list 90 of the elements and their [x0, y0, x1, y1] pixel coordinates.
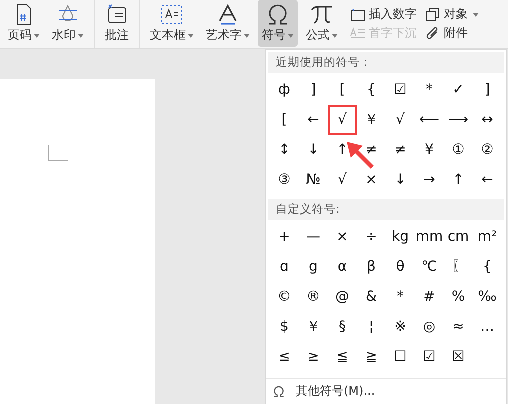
symbol-item[interactable]: ↕	[270, 135, 299, 165]
symbol-item[interactable]: —	[299, 222, 328, 252]
toolbar-button[interactable]: 符号	[258, 0, 298, 47]
symbol-item[interactable]: ※	[386, 312, 415, 342]
text-box-icon	[160, 3, 184, 27]
symbol-item[interactable]: θ	[386, 252, 415, 282]
symbol-item[interactable]: kg	[386, 222, 415, 252]
symbol-item[interactable]: ↑	[444, 165, 473, 195]
symbol-item[interactable]: @	[328, 282, 357, 312]
symbol-item[interactable]: ③	[270, 165, 299, 195]
symbol-item[interactable]: ①	[444, 135, 473, 165]
symbol-item[interactable]: ф	[270, 75, 299, 105]
symbol-item[interactable]: ☑	[415, 342, 444, 372]
symbol-item[interactable]: $	[270, 312, 299, 342]
symbol-item[interactable]: %	[444, 282, 473, 312]
symbol-item[interactable]: ↑	[328, 135, 357, 165]
symbol-item[interactable]: √	[386, 105, 415, 135]
symbol-item[interactable]: ←	[473, 165, 502, 195]
symbol-item[interactable]: ≤	[270, 342, 299, 372]
toolbar-button[interactable]: 艺术字	[202, 0, 254, 47]
symbol-item[interactable]: 〖	[444, 252, 473, 282]
symbol-item[interactable]: ↓	[386, 165, 415, 195]
toolbar-button[interactable]: 水印	[48, 0, 88, 47]
toolbar-button[interactable]: 文本框	[146, 0, 198, 47]
symbol-item[interactable]: ☒	[444, 342, 473, 372]
symbol-item[interactable]: §	[328, 312, 357, 342]
toolbar-button[interactable]: 插入数字	[348, 5, 419, 24]
annotation-arrow	[347, 142, 374, 169]
symbol-item[interactable]: ©	[270, 282, 299, 312]
symbol-item[interactable]: √	[328, 105, 357, 135]
symbol-item[interactable]: ≈	[444, 312, 473, 342]
symbol-item[interactable]: ￥	[357, 105, 386, 135]
symbol-item[interactable]: m²	[473, 222, 502, 252]
symbol-item[interactable]: &	[357, 282, 386, 312]
symbol-item[interactable]: ≧	[357, 342, 386, 372]
drop-cap-icon	[350, 26, 366, 40]
symbol-item[interactable]: ◎	[415, 312, 444, 342]
symbol-item[interactable]: ☑	[386, 75, 415, 105]
symbol-item[interactable]: ≦	[328, 342, 357, 372]
toolbar-button[interactable]: 批注	[101, 0, 133, 47]
symbol-item[interactable]: ‰	[473, 282, 502, 312]
symbol-item[interactable]: ←	[299, 105, 328, 135]
symbol-item[interactable]: #	[415, 282, 444, 312]
toolbar-button[interactable]: 对象	[423, 5, 481, 24]
symbol-item[interactable]: ↔	[473, 105, 502, 135]
section-title: 近期使用的符号：	[268, 52, 504, 73]
symbol-item[interactable]: ÷	[357, 222, 386, 252]
symbol-item[interactable]: ×	[357, 165, 386, 195]
symbol-item[interactable]: α	[328, 252, 357, 282]
omega-icon	[272, 384, 286, 398]
object-icon	[425, 8, 441, 22]
toolbar-button[interactable]: 附件	[423, 24, 481, 43]
symbol-item[interactable]: ≠	[386, 135, 415, 165]
symbol-item[interactable]: ×	[328, 222, 357, 252]
symbol-item[interactable]: mm	[415, 222, 444, 252]
toolbar-button[interactable]: 公式	[302, 0, 342, 47]
symbol-item[interactable]: β	[357, 252, 386, 282]
symbol-item[interactable]: g	[299, 252, 328, 282]
symbol-item[interactable]: →	[415, 165, 444, 195]
symbol-item[interactable]: ®	[299, 282, 328, 312]
symbol-item[interactable]: {	[473, 252, 502, 282]
toolbar-button[interactable]: 页码	[4, 0, 44, 47]
symbol-item[interactable]: ɑ	[270, 252, 299, 282]
symbol-item[interactable]: √	[328, 165, 357, 195]
symbol-item[interactable]: ⟵	[415, 105, 444, 135]
symbol-item[interactable]: *	[386, 282, 415, 312]
symbol-item[interactable]: ⟶	[444, 105, 473, 135]
symbol-item[interactable]: ≥	[299, 342, 328, 372]
symbol-item[interactable]: ☐	[386, 342, 415, 372]
symbol-item[interactable]: {	[357, 75, 386, 105]
section-title: 自定义符号:	[268, 199, 504, 220]
symbol-item[interactable]: …	[473, 312, 502, 342]
symbol-item[interactable]: [	[328, 75, 357, 105]
symbol-item[interactable]: ≠	[357, 135, 386, 165]
corner-mark-icon	[48, 145, 68, 161]
symbol-item[interactable]: ]	[299, 75, 328, 105]
symbol-item[interactable]: ¥	[415, 135, 444, 165]
symbol-item[interactable]: ￥	[299, 312, 328, 342]
symbol-item[interactable]: ↓	[299, 135, 328, 165]
symbol-item[interactable]: ✓	[444, 75, 473, 105]
symbol-item[interactable]: ②	[473, 135, 502, 165]
symbol-item[interactable]: cm	[444, 222, 473, 252]
symbol-item[interactable]: ¦	[357, 312, 386, 342]
symbol-item[interactable]: №	[299, 165, 328, 195]
symbol-item[interactable]: ]	[473, 75, 502, 105]
symbol-item[interactable]: +	[270, 222, 299, 252]
number-icon	[350, 8, 366, 22]
symbol-item[interactable]: *	[415, 75, 444, 105]
symbol-item[interactable]: [	[270, 105, 299, 135]
symbol-item[interactable]: ℃	[415, 252, 444, 282]
